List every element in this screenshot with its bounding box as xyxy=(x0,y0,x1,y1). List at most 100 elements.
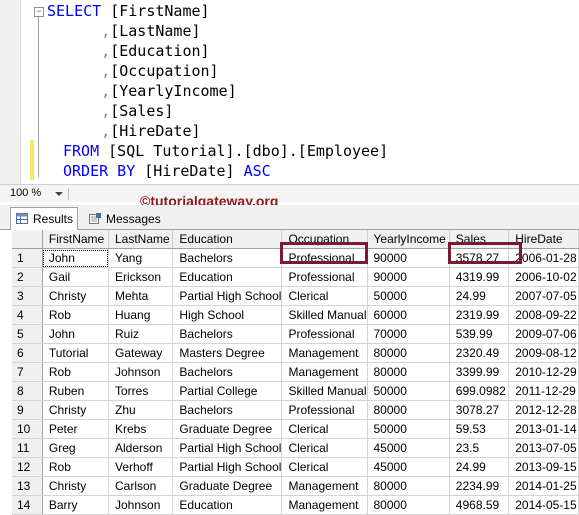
table-cell[interactable]: 50000 xyxy=(367,381,450,401)
table-cell[interactable]: 4968.59 xyxy=(449,495,510,515)
table-row[interactable]: 5 John Ruiz Bachelors Professional 70000 539.9… xyxy=(12,324,579,344)
table-cell[interactable]: Skilled Manual xyxy=(281,381,368,401)
table-cell[interactable]: John xyxy=(42,324,110,344)
table-cell[interactable]: 2013-09-15 xyxy=(508,457,579,477)
table-cell[interactable]: High School xyxy=(172,305,283,325)
select-all-corner[interactable] xyxy=(12,230,43,249)
table-cell[interactable]: 80000 xyxy=(367,362,450,382)
table-cell[interactable]: Professional xyxy=(281,324,368,344)
column-header[interactable]: HireDate xyxy=(508,230,579,249)
table-cell[interactable]: 2008-09-22 xyxy=(508,305,579,325)
table-row[interactable]: 13 Christy Carlson Graduate Degree Managemen… xyxy=(12,476,579,496)
table-cell[interactable]: 80000 xyxy=(367,400,450,420)
table-cell[interactable]: 2234.99 xyxy=(449,476,510,496)
table-row[interactable]: 12 Rob Verhoff Partial High School Clerical 4… xyxy=(12,457,579,477)
table-cell[interactable]: Bachelors xyxy=(172,400,283,420)
table-cell[interactable]: Management xyxy=(281,343,368,363)
row-number[interactable]: 3 xyxy=(12,286,43,306)
table-cell[interactable]: 3399.99 xyxy=(449,362,510,382)
table-cell[interactable]: 2319.99 xyxy=(449,305,510,325)
table-cell[interactable]: 2013-01-14 xyxy=(508,419,579,439)
table-row[interactable]: 8 Ruben Torres Partial College Skilled Manua… xyxy=(12,381,579,401)
table-cell[interactable]: Partial High School xyxy=(172,286,283,306)
table-cell[interactable]: Johnson xyxy=(108,495,174,515)
table-cell[interactable]: Verhoff xyxy=(108,457,174,477)
table-cell[interactable]: 2011-12-29 xyxy=(508,381,579,401)
table-cell[interactable]: 2010-12-29 xyxy=(508,362,579,382)
table-cell[interactable]: Mehta xyxy=(108,286,174,306)
table-cell[interactable]: Zhu xyxy=(108,400,174,420)
table-cell[interactable]: Rob xyxy=(42,362,110,382)
query-editor[interactable]: − SELECT [FirstName] ,[LastName] ,[Educa… xyxy=(0,0,579,184)
row-number[interactable]: 2 xyxy=(12,267,43,287)
table-cell[interactable]: Rob xyxy=(42,305,110,325)
table-cell[interactable]: Education xyxy=(172,495,283,515)
collapse-icon[interactable]: − xyxy=(34,7,44,17)
table-cell[interactable]: Partial College xyxy=(172,381,283,401)
table-cell[interactable]: Gail xyxy=(42,267,110,287)
table-cell[interactable]: Professional xyxy=(281,248,368,268)
table-cell[interactable]: Erickson xyxy=(108,267,174,287)
table-cell[interactable]: Rob xyxy=(42,457,110,477)
table-row[interactable]: 1 John Yang Bachelors Professional 90000 3578.… xyxy=(12,248,579,268)
row-number[interactable]: 10 xyxy=(12,419,43,439)
table-cell[interactable]: 45000 xyxy=(367,438,450,458)
table-row[interactable]: 10 Peter Krebs Graduate Degree Clerical 50000… xyxy=(12,419,579,439)
table-cell[interactable]: 2014-01-25 xyxy=(508,476,579,496)
table-cell[interactable]: Clerical xyxy=(281,419,368,439)
row-number[interactable]: 9 xyxy=(12,400,43,420)
table-cell[interactable]: Bachelors xyxy=(172,248,283,268)
table-cell[interactable]: 80000 xyxy=(367,343,450,363)
table-cell[interactable]: Management xyxy=(281,495,368,515)
table-cell[interactable]: 2320.49 xyxy=(449,343,510,363)
table-cell[interactable]: 59.53 xyxy=(449,419,510,439)
column-header[interactable]: LastName xyxy=(108,230,174,249)
table-cell[interactable]: 45000 xyxy=(367,457,450,477)
table-row[interactable]: 3 Christy Mehta Partial High School Clerical… xyxy=(12,286,579,306)
row-number[interactable]: 7 xyxy=(12,362,43,382)
table-cell[interactable]: 2006-01-28 xyxy=(508,248,579,268)
table-cell[interactable]: 60000 xyxy=(367,305,450,325)
table-cell[interactable]: 2013-07-05 xyxy=(508,438,579,458)
table-cell[interactable]: Clerical xyxy=(281,457,368,477)
table-row[interactable]: 14 Barry Johnson Education Management 80000 49… xyxy=(12,495,579,515)
table-cell[interactable]: 2007-07-05 xyxy=(508,286,579,306)
table-cell[interactable]: 23.5 xyxy=(449,438,510,458)
table-cell[interactable]: 4319.99 xyxy=(449,267,510,287)
row-number[interactable]: 8 xyxy=(12,381,43,401)
table-cell[interactable]: Alderson xyxy=(108,438,174,458)
row-number[interactable]: 6 xyxy=(12,343,43,363)
row-number[interactable]: 12 xyxy=(12,457,43,477)
chevron-down-icon[interactable] xyxy=(55,192,63,196)
results-grid[interactable]: FirstName LastName Education Occupation … xyxy=(12,230,579,515)
table-cell[interactable]: 3578.27 xyxy=(449,248,510,268)
table-cell[interactable]: Partial High School xyxy=(172,457,283,477)
table-cell[interactable]: 50000 xyxy=(367,286,450,306)
row-number[interactable]: 14 xyxy=(12,495,43,515)
column-header[interactable]: YearlyIncome xyxy=(367,230,450,249)
column-header[interactable]: Sales xyxy=(449,230,510,249)
table-cell[interactable]: Ruben xyxy=(42,381,110,401)
table-cell[interactable]: Management xyxy=(281,476,368,496)
table-cell[interactable]: 2014-05-15 xyxy=(508,495,579,515)
table-cell[interactable]: 24.99 xyxy=(449,286,510,306)
table-cell[interactable]: Clerical xyxy=(281,438,368,458)
table-cell[interactable]: Greg xyxy=(42,438,110,458)
table-cell[interactable]: Barry xyxy=(42,495,110,515)
table-cell[interactable]: Bachelors xyxy=(172,324,283,344)
table-cell[interactable]: Krebs xyxy=(108,419,174,439)
table-cell[interactable]: 2009-07-06 xyxy=(508,324,579,344)
table-cell[interactable]: Yang xyxy=(108,248,174,268)
table-cell[interactable]: Clerical xyxy=(281,286,368,306)
row-number[interactable]: 11 xyxy=(12,438,43,458)
table-cell[interactable]: Tutorial xyxy=(42,343,110,363)
table-cell[interactable]: 2012-12-28 xyxy=(508,400,579,420)
table-cell[interactable]: 3078.27 xyxy=(449,400,510,420)
table-cell[interactable]: Gateway xyxy=(108,343,174,363)
table-cell[interactable]: Professional xyxy=(281,267,368,287)
table-cell[interactable]: 80000 xyxy=(367,495,450,515)
table-cell[interactable]: Christy xyxy=(42,286,110,306)
table-cell[interactable]: Torres xyxy=(108,381,174,401)
column-header[interactable]: Education xyxy=(172,230,283,249)
row-number[interactable]: 5 xyxy=(12,324,43,344)
